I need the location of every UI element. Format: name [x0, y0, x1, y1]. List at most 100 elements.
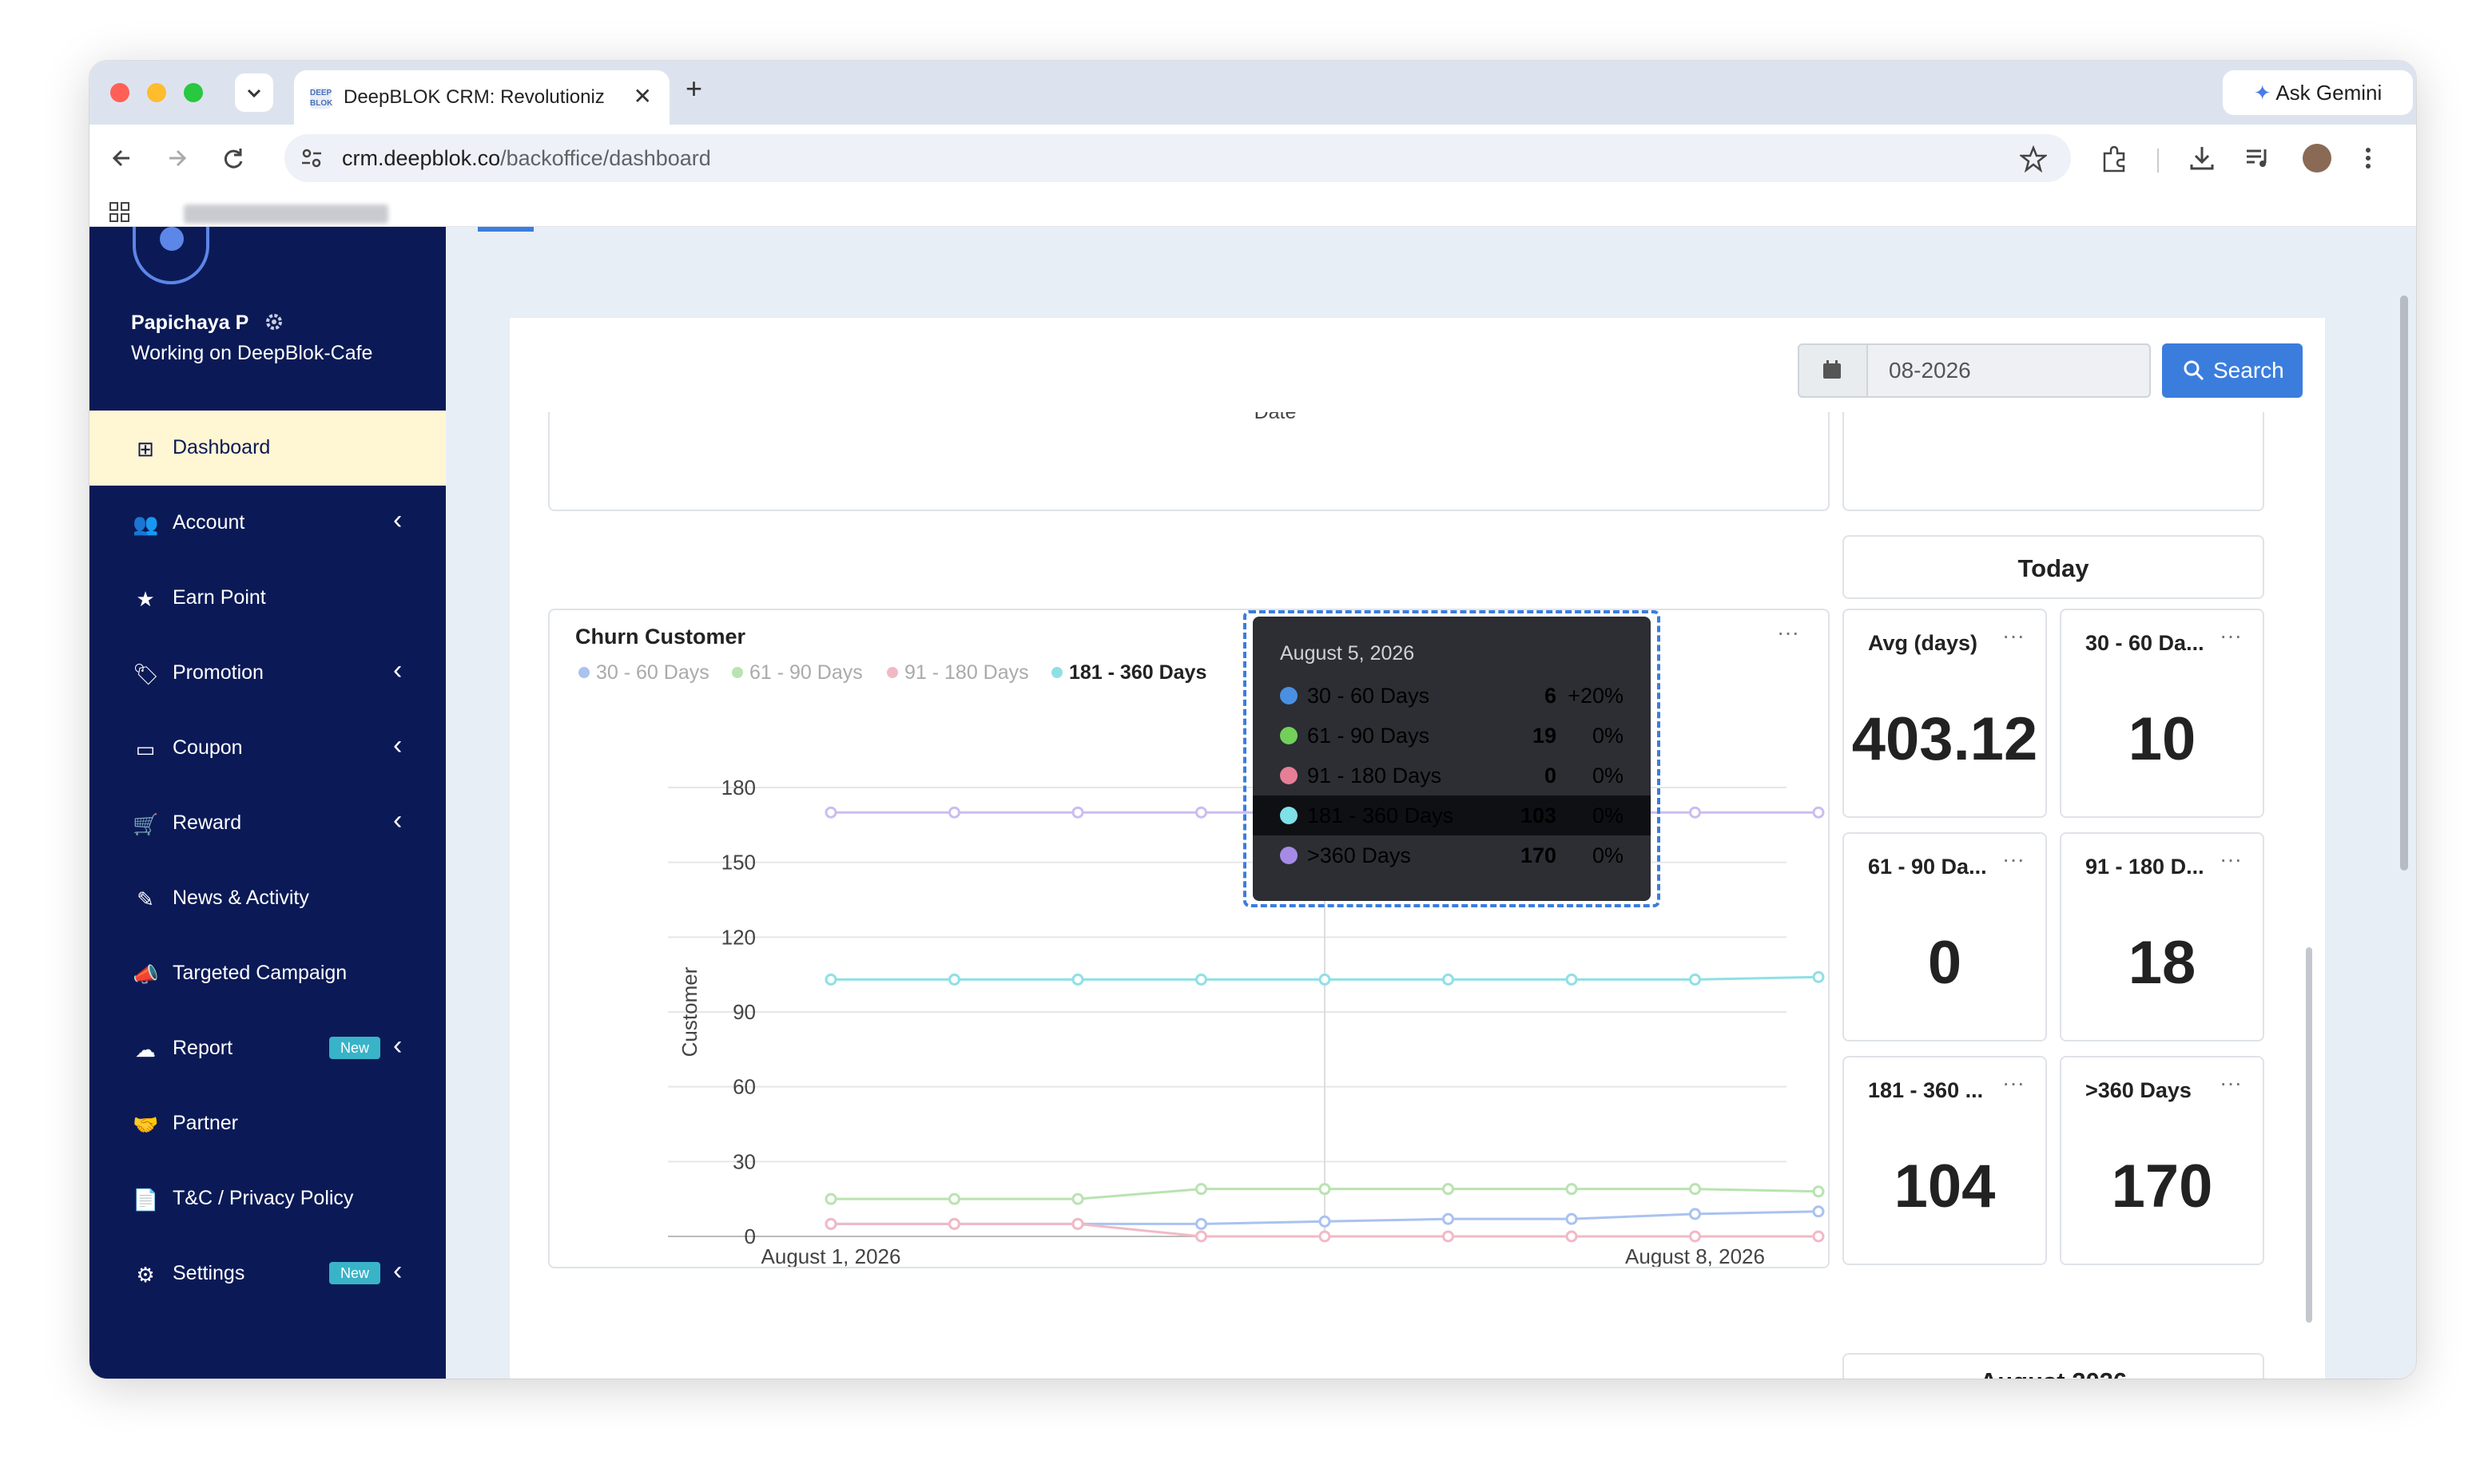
calendar-button[interactable]	[1798, 343, 1866, 398]
chevron-left-icon[interactable]: ‹	[393, 730, 402, 761]
url-host: crm.deepblok.co	[342, 146, 501, 170]
legend-item[interactable]: 91 - 180 Days	[887, 661, 1029, 684]
legend-item[interactable]: 181 - 360 Days	[1051, 661, 1206, 684]
data-point[interactable]	[1071, 1192, 1084, 1205]
chart-menu-icon[interactable]: ···	[1777, 620, 1799, 645]
search-button[interactable]: Search	[2162, 343, 2303, 398]
data-point[interactable]	[948, 1192, 960, 1205]
site-settings-icon[interactable]	[299, 145, 324, 171]
sidebar-item-targeted-campaign[interactable]: 📣 Targeted Campaign	[89, 936, 446, 1011]
sidebar-item-earn-point[interactable]: ★ Earn Point	[89, 561, 446, 636]
sidebar-item-settings[interactable]: ⚙ Settings New ‹	[89, 1236, 446, 1311]
media-control-icon[interactable]	[2244, 144, 2272, 173]
data-point[interactable]	[1565, 973, 1578, 986]
data-point[interactable]	[1812, 1205, 1825, 1218]
data-point[interactable]	[1195, 1183, 1207, 1196]
data-point[interactable]	[1318, 1230, 1331, 1243]
data-point[interactable]	[1318, 973, 1331, 986]
data-point[interactable]	[1689, 1183, 1701, 1196]
data-point[interactable]	[948, 1217, 960, 1230]
sidebar-item-t-c-privacy-policy[interactable]: 📄 T&C / Privacy Policy	[89, 1161, 446, 1236]
data-point[interactable]	[1442, 973, 1454, 986]
card-menu-icon[interactable]: ···	[2002, 1070, 2025, 1096]
profile-avatar[interactable]	[2303, 144, 2331, 173]
panel-scrollbar[interactable]	[2306, 947, 2312, 1323]
data-point[interactable]	[1318, 1215, 1331, 1228]
sidebar-item-coupon[interactable]: ▭ Coupon ‹	[89, 711, 446, 786]
chevron-left-icon[interactable]: ‹	[393, 1030, 402, 1061]
ask-gemini-button[interactable]: ✦ Ask Gemini	[2223, 70, 2413, 115]
data-point[interactable]	[1442, 1212, 1454, 1225]
data-point[interactable]	[1195, 1230, 1207, 1243]
reload-button[interactable]	[216, 139, 251, 177]
back-button[interactable]	[105, 139, 141, 177]
card-menu-icon[interactable]: ···	[2220, 623, 2242, 649]
data-point[interactable]	[1689, 973, 1701, 986]
data-point[interactable]	[948, 973, 960, 986]
chevron-left-icon[interactable]: ‹	[393, 655, 402, 686]
bookmark-star-icon[interactable]	[2020, 145, 2047, 173]
data-point[interactable]	[1071, 1217, 1084, 1230]
maximize-window-button[interactable]	[184, 83, 203, 102]
legend-item[interactable]: 61 - 90 Days	[732, 661, 863, 684]
close-window-button[interactable]	[110, 83, 129, 102]
extensions-icon[interactable]	[2100, 145, 2128, 174]
address-bar[interactable]: crm.deepblok.co/backoffice/dashboard	[284, 134, 2071, 182]
data-point[interactable]	[825, 806, 837, 819]
data-point[interactable]	[1565, 1230, 1578, 1243]
month-input[interactable]: 08-2026	[1866, 343, 2151, 398]
apps-grid-icon[interactable]	[109, 201, 131, 224]
data-point[interactable]	[1442, 1183, 1454, 1196]
new-tab-button[interactable]: +	[686, 72, 702, 105]
minimize-window-button[interactable]	[147, 83, 166, 102]
card-menu-icon[interactable]: ···	[2220, 1070, 2242, 1096]
blurred-bookmark[interactable]	[184, 204, 388, 224]
browser-tab[interactable]: DEEP BLOK DeepBLOK CRM: Revolutioniz ✕	[294, 70, 670, 125]
data-point[interactable]	[1195, 806, 1207, 819]
card-menu-icon[interactable]: ···	[2002, 847, 2025, 872]
stat-label: 61 - 90 Da...	[1868, 855, 1987, 879]
tab-close-icon[interactable]: ✕	[634, 83, 652, 109]
tab-search-button[interactable]	[235, 73, 273, 112]
chevron-left-icon[interactable]: ‹	[393, 805, 402, 836]
forward-button[interactable]	[160, 139, 195, 177]
data-point[interactable]	[948, 806, 960, 819]
sidebar-item-reward[interactable]: 🛒 Reward ‹	[89, 786, 446, 861]
chevron-left-icon[interactable]: ‹	[393, 505, 402, 536]
data-point[interactable]	[1689, 1230, 1701, 1243]
sidebar-item-account[interactable]: 👥 Account ‹	[89, 486, 446, 561]
sidebar-item-label: News & Activity	[173, 887, 309, 909]
data-point[interactable]	[1318, 1183, 1331, 1196]
sidebar-item-news-activity[interactable]: ✎ News & Activity	[89, 861, 446, 936]
sidebar-item-partner[interactable]: 🤝 Partner	[89, 1086, 446, 1161]
data-point[interactable]	[1071, 806, 1084, 819]
download-icon[interactable]	[2188, 144, 2216, 173]
user-settings-gear-icon[interactable]	[264, 311, 284, 332]
data-point[interactable]	[1071, 973, 1084, 986]
data-point[interactable]	[1812, 806, 1825, 819]
menu-kebab-icon[interactable]	[2354, 144, 2383, 173]
data-point[interactable]	[1689, 806, 1701, 819]
data-point[interactable]	[1565, 1183, 1578, 1196]
data-point[interactable]	[1565, 1212, 1578, 1225]
data-point[interactable]	[825, 973, 837, 986]
sidebar-item-report[interactable]: ☁ Report New ‹	[89, 1011, 446, 1086]
data-point[interactable]	[1195, 1217, 1207, 1230]
chevron-left-icon[interactable]: ‹	[393, 1256, 402, 1287]
legend-item[interactable]: 30 - 60 Days	[578, 661, 709, 684]
data-point[interactable]	[1195, 973, 1207, 986]
data-point[interactable]	[1812, 970, 1825, 983]
data-point[interactable]	[1442, 1230, 1454, 1243]
sidebar-item-promotion[interactable]: 🏷 Promotion ‹	[89, 636, 446, 711]
card-menu-icon[interactable]: ···	[2220, 847, 2242, 872]
data-point[interactable]	[825, 1217, 837, 1230]
new-badge: New	[329, 1037, 381, 1059]
data-point[interactable]	[1689, 1208, 1701, 1220]
data-point[interactable]	[1812, 1185, 1825, 1198]
sidebar-item-dashboard[interactable]: ⊞ Dashboard	[89, 411, 446, 486]
page-scrollbar[interactable]	[2400, 296, 2408, 871]
data-point[interactable]	[1812, 1230, 1825, 1243]
data-point[interactable]	[825, 1192, 837, 1205]
card-menu-icon[interactable]: ···	[2002, 623, 2025, 649]
user-workspace: Working on DeepBlok-Cafe	[131, 342, 373, 364]
